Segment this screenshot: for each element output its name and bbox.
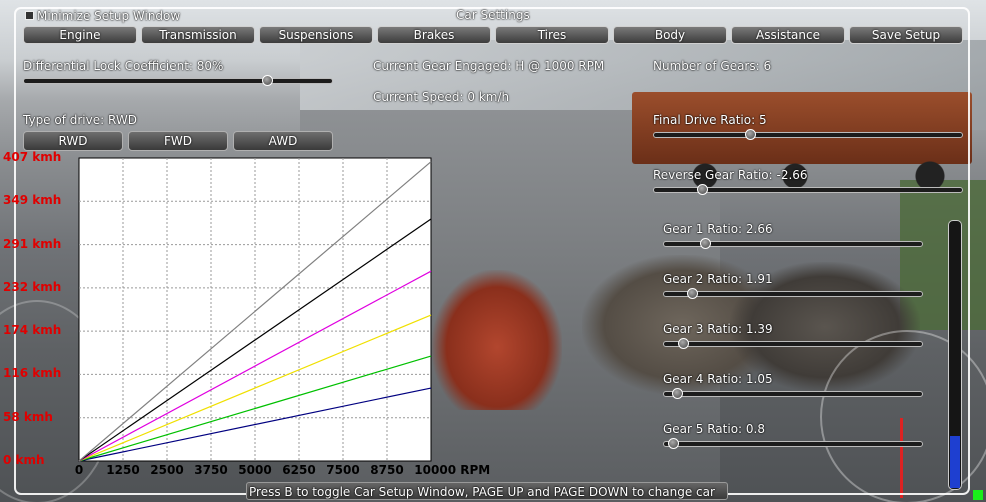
footer-hint-text: Press B to toggle Car Setup Window, PAGE… [249,485,715,499]
y-tick-label: 174 kmh [3,323,62,338]
tab-body[interactable]: Body [613,26,727,44]
drive-rwd-button[interactable]: RWD [23,131,123,151]
y-tick-label: 291 kmh [3,236,62,251]
y-tick-label: 116 kmh [3,366,62,381]
minimize-label[interactable]: Minimize Setup Window [37,9,180,23]
reverse-gear-label: Reverse Gear Ratio: -2.66 [653,168,808,182]
gear-5-slider[interactable] [663,441,923,447]
gear-5-slider-thumb[interactable] [668,438,679,449]
gear-1-slider-thumb[interactable] [700,238,711,249]
current-gear-text: Current Gear Engaged: H @ 1000 RPM [373,59,605,73]
drive-awd-button[interactable]: AWD [233,131,333,151]
x-tick-label: 2500 [150,463,184,477]
gear-3-label: Gear 3 Ratio: 1.39 [663,322,773,336]
x-tick-label: 7500 [326,463,360,477]
gear-4-label: Gear 4 Ratio: 1.05 [663,372,773,386]
x-tick-label: 10000 RPM [414,463,491,477]
x-tick-label: 8750 [370,463,404,477]
y-tick-label: 349 kmh [3,193,62,208]
gear-3-slider-thumb[interactable] [678,338,689,349]
diff-lock-slider-thumb[interactable] [262,75,273,86]
tab-tires[interactable]: Tires [495,26,609,44]
minimize-checkbox[interactable] [25,11,34,20]
gear-4-slider[interactable] [663,391,923,397]
gear-2-slider-thumb[interactable] [687,288,698,299]
gear-2-label: Gear 2 Ratio: 1.91 [663,272,773,286]
tab-transmission[interactable]: Transmission [141,26,255,44]
gear-3-slider[interactable] [663,341,923,347]
drive-fwd-button[interactable]: FWD [128,131,228,151]
y-tick-label: 0 kmh [3,453,45,467]
tab-brakes[interactable]: Brakes [377,26,491,44]
tab-engine[interactable]: Engine [23,26,137,44]
gear-5-label: Gear 5 Ratio: 0.8 [663,422,765,436]
current-speed-text: Current Speed: 0 km/h [373,90,510,104]
tab-save-setup[interactable]: Save Setup [849,26,963,44]
window-title: Car Settings [456,8,530,22]
gear-speed-chart: 0 kmh 58 kmh 116 kmh 174 kmh 232 kmh 291 kmh 3… [0,150,490,490]
gear-2-slider[interactable] [663,291,923,297]
x-tick-label: 0 [74,463,84,477]
x-tick-label: 1250 [106,463,140,477]
num-gears-text: Number of Gears: 6 [653,59,772,73]
x-tick-label: 5000 [238,463,272,477]
y-tick-label: 58 kmh [3,409,53,424]
x-tick-label: 3750 [194,463,228,477]
final-drive-slider-thumb[interactable] [745,129,756,140]
gear-4-slider-thumb[interactable] [672,388,683,399]
status-indicator [973,490,983,500]
gear-1-label: Gear 1 Ratio: 2.66 [663,222,773,236]
x-tick-label: 6250 [282,463,316,477]
tab-assistance[interactable]: Assistance [731,26,845,44]
diff-lock-label: Differential Lock Coefficient: 80% [23,59,224,73]
final-drive-slider[interactable] [653,132,963,138]
y-tick-label: 407 kmh [3,150,62,164]
drive-type-label: Type of drive: RWD [23,113,137,127]
final-drive-label: Final Drive Ratio: 5 [653,113,767,127]
reverse-gear-slider-thumb[interactable] [697,184,708,195]
diff-lock-slider[interactable] [23,78,333,84]
y-tick-label: 232 kmh [3,279,62,294]
tab-suspensions[interactable]: Suspensions [259,26,373,44]
